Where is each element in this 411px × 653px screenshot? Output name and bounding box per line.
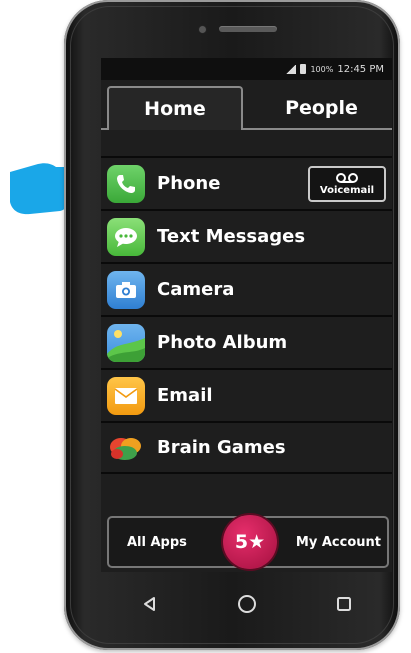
all-apps-label: All Apps <box>127 534 187 550</box>
clock: 12:45 PM <box>337 63 384 75</box>
envelope-icon <box>107 376 145 415</box>
tab-bar: Home People <box>101 86 392 130</box>
tab-people[interactable]: People <box>251 86 392 130</box>
tab-people-label: People <box>285 97 358 119</box>
status-bar: 100% 12:45 PM <box>101 58 392 80</box>
app-list: Phone Voicemail Text Messages Camera Pho… <box>101 156 392 474</box>
recents-button[interactable] <box>324 584 364 624</box>
signal-icon <box>286 64 297 74</box>
phone-screen: 100% 12:45 PM Home People Phone Voicemai… <box>101 58 392 572</box>
home-button[interactable] <box>227 584 267 624</box>
app-label: Camera <box>157 279 235 300</box>
voicemail-button[interactable]: Voicemail <box>308 166 386 202</box>
phone-icon <box>107 164 145 203</box>
all-apps-button[interactable]: All Apps <box>127 518 187 566</box>
brain-games-icon <box>107 429 145 467</box>
photo-album-icon <box>107 323 145 362</box>
voicemail-icon <box>336 172 358 183</box>
app-label: Text Messages <box>157 226 306 247</box>
back-icon <box>143 597 155 611</box>
earpiece-speaker <box>219 26 277 32</box>
battery-icon <box>300 64 307 74</box>
my-account-label: My Account <box>295 534 381 550</box>
app-row-text-messages[interactable]: Text Messages <box>101 209 392 262</box>
app-row-camera[interactable]: Camera <box>101 262 392 315</box>
app-label: Phone <box>157 173 221 194</box>
app-row-brain-games[interactable]: Brain Games <box>101 421 392 474</box>
app-label: Brain Games <box>157 437 286 458</box>
my-account-button[interactable]: My Account <box>296 518 381 566</box>
back-button[interactable] <box>130 584 170 624</box>
home-circle-icon <box>237 595 256 613</box>
tab-home-label: Home <box>144 98 206 120</box>
tab-divider <box>243 128 392 130</box>
app-row-photo-album[interactable]: Photo Album <box>101 315 392 368</box>
tab-divider <box>101 128 107 130</box>
five-star-label: 5★ <box>234 531 266 553</box>
app-row-email[interactable]: Email <box>101 368 392 421</box>
navigation-bar <box>101 576 392 632</box>
bottom-bar: All Apps 5★ My Account <box>107 515 389 569</box>
tab-home[interactable]: Home <box>107 86 243 130</box>
camera-icon <box>107 270 145 309</box>
five-star-button[interactable]: 5★ <box>223 515 277 569</box>
voicemail-label: Voicemail <box>319 184 375 196</box>
front-camera <box>199 26 206 33</box>
app-row-phone[interactable]: Phone Voicemail <box>101 156 392 209</box>
recents-square-icon <box>336 597 351 611</box>
battery-percent: 100% <box>310 64 334 74</box>
app-label: Email <box>157 385 213 406</box>
message-bubble-icon <box>107 217 145 256</box>
app-label: Photo Album <box>157 332 288 353</box>
